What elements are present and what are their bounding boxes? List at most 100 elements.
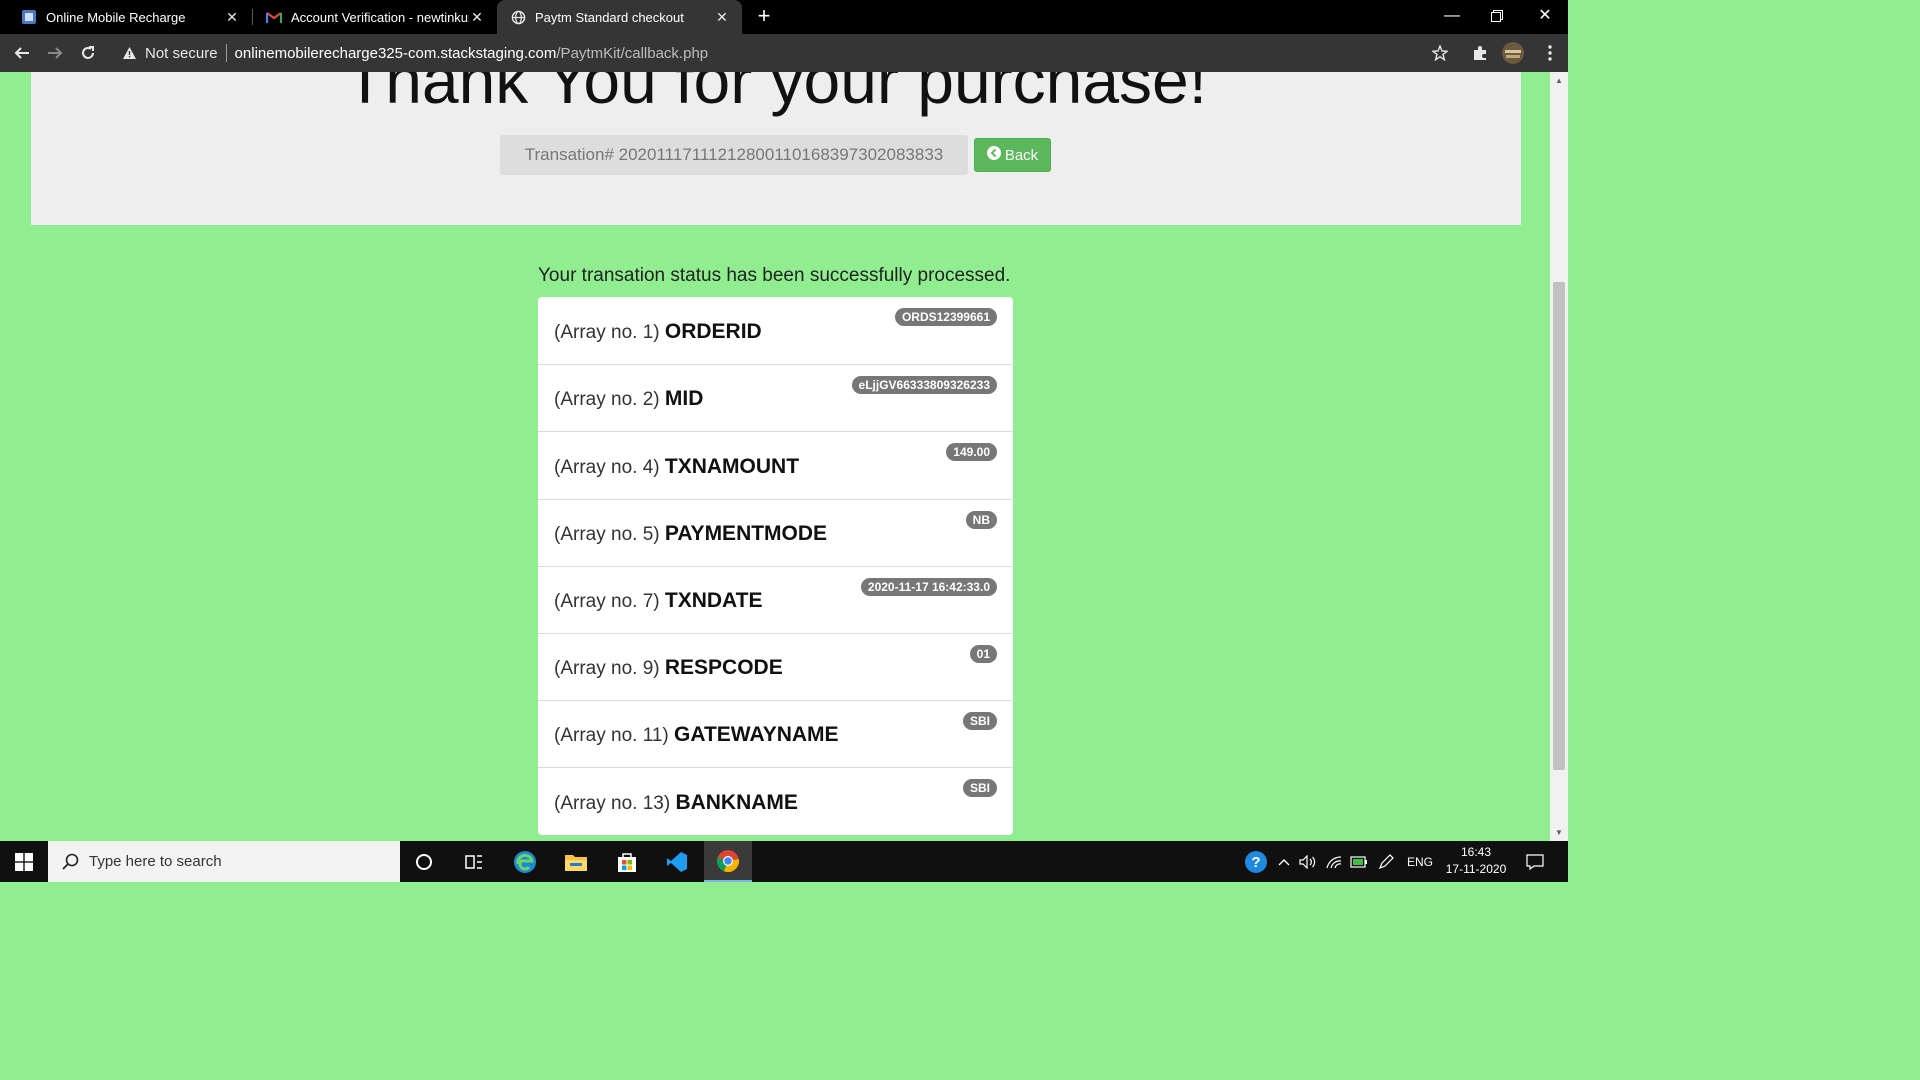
row-prefix: (Array no. 4) [554,456,660,478]
restore-icon[interactable] [1482,4,1512,28]
extensions-puzzle-icon[interactable] [1470,42,1490,64]
list-item: (Array no. 4) TXNAMOUNT 149.00 [538,431,1013,498]
transaction-details-list: (Array no. 1) ORDERID ORDS12399661 (Arra… [538,297,1013,835]
cortana-icon[interactable] [400,841,448,882]
url-host: onlinemobilerecharge325-com.stackstaging… [234,44,557,62]
scroll-down-arrow-icon[interactable]: ▼ [1550,824,1568,841]
new-tab-button[interactable]: + [752,4,776,28]
row-key: MID [664,387,704,411]
value-badge: eLjjGV66333809326233 [851,376,997,395]
warning-icon[interactable] [122,45,138,61]
browser-menu-icon[interactable] [1540,42,1560,64]
row-label: (Array no. 7) TXNDATE [554,589,762,613]
tab-title: Account Verification - newtinkum [291,9,469,25]
clock-time: 16:43 [1460,845,1492,859]
row-label: (Array no. 5) PAYMENTMODE [554,522,827,546]
tab-paytm-standard-checkout[interactable]: Paytm Standard checkout ✕ [497,0,742,34]
gmail-icon [265,8,283,26]
row-prefix: (Array no. 7) [554,590,660,612]
security-status[interactable]: Not secure [145,45,218,62]
transaction-number-field: Transation# 2020111711121280011016839730… [500,135,968,175]
page-viewport: Thank You for your purchase! Transation#… [0,72,1550,841]
status-message: Your transation status has been successf… [538,265,1011,286]
row-key: PAYMENTMODE [664,521,828,545]
pen-workspace-icon[interactable] [1375,841,1397,882]
row-label: (Array no. 1) ORDERID [554,320,762,344]
search-placeholder: Type here to search [89,853,222,870]
page-scrollbar[interactable]: ▲ ▼ [1550,72,1568,841]
value-badge: 01 [969,644,997,663]
row-label: (Array no. 9) RESPCODE [554,656,783,680]
list-item: (Array no. 1) ORDERID ORDS12399661 [538,297,1013,364]
url-path: /PaytmKit/callback.php [556,44,709,62]
jumbotron: Thank You for your purchase! Transation#… [31,72,1521,225]
value-badge: ORDS12399661 [894,308,997,326]
row-prefix: (Array no. 9) [554,658,660,680]
input-language[interactable]: ENG [1402,841,1438,882]
back-button[interactable]: Back [974,138,1051,172]
tab-online-mobile-recharge[interactable]: Online Mobile Recharge ✕ [0,0,252,34]
taskbar-search-box[interactable]: Type here to search [48,841,400,882]
show-hidden-icons-chevron-icon[interactable] [1275,841,1293,882]
tab-title: Paytm Standard checkout [535,9,684,25]
close-tab-icon[interactable]: ✕ [224,9,240,26]
row-key: BANKNAME [675,790,798,814]
url-text[interactable]: onlinemobilerecharge325-com.stackstaging… [235,45,709,62]
list-item: (Array no. 7) TXNDATE 2020-11-17 16:42:3… [538,565,1013,633]
globe-icon [509,8,527,26]
row-prefix: (Array no. 1) [554,322,660,344]
reload-icon[interactable] [77,42,99,64]
chrome-icon[interactable] [704,841,752,882]
microsoft-store-icon[interactable] [603,841,651,882]
close-tab-icon[interactable]: ✕ [714,9,730,26]
row-prefix: (Array no. 11) [554,725,669,747]
close-window-icon[interactable]: ✕ [1530,4,1560,28]
row-label: (Array no. 13) BANKNAME [554,791,798,815]
notifications-icon[interactable] [1522,841,1548,882]
value-badge: NB [965,510,997,529]
edge-browser-icon[interactable] [501,841,549,882]
file-explorer-icon[interactable] [552,841,600,882]
battery-charging-icon[interactable] [1348,841,1370,882]
forward-arrow-icon[interactable] [44,42,66,64]
list-item: (Array no. 11) GATEWAYNAME SBI [538,700,1013,767]
clock-date: 17-11-2020 [1445,862,1507,876]
row-key: RESPCODE [664,656,783,680]
minimize-icon[interactable]: — [1437,4,1467,28]
close-tab-icon[interactable]: ✕ [469,9,485,26]
row-key: TXNAMOUNT [664,454,800,478]
wifi-icon[interactable] [1323,841,1345,882]
scroll-up-arrow-icon[interactable]: ▲ [1550,72,1568,89]
vscode-icon[interactable] [653,841,701,882]
row-prefix: (Array no. 13) [554,792,671,814]
bookmark-star-icon[interactable] [1430,42,1450,64]
list-item: (Array no. 13) BANKNAME SBI [538,767,1013,834]
row-key: ORDERID [664,320,762,344]
task-view-icon[interactable] [450,841,498,882]
address-bar[interactable]: Not secure onlinemobilerecharge325-com.s… [110,38,1460,68]
browser-toolbar: Not secure onlinemobilerecharge325-com.s… [0,34,1568,72]
row-label: (Array no. 4) TXNAMOUNT [554,455,799,479]
divider [225,44,227,62]
windows-start-icon[interactable] [0,841,48,882]
list-item: (Array no. 2) MID eLjjGV66333809326233 [538,364,1013,431]
value-badge: 149.00 [946,443,997,462]
row-key: TXNDATE [664,588,763,612]
system-clock[interactable]: 16:43 17-11-2020 [1438,844,1514,878]
value-badge: SBI [962,712,997,731]
volume-icon[interactable] [1297,841,1319,882]
row-prefix: (Array no. 5) [554,523,660,545]
browser-tab-bar: Online Mobile Recharge ✕ Account Verific… [0,0,1568,34]
list-item: (Array no. 9) RESPCODE 01 [538,632,1013,700]
row-prefix: (Array no. 2) [554,389,660,411]
back-arrow-icon[interactable] [11,42,33,64]
search-icon [62,853,79,870]
scrollbar-thumb[interactable] [1553,282,1565,770]
profile-avatar[interactable] [1500,42,1526,64]
row-label: (Array no. 11) GATEWAYNAME [554,723,839,747]
tab-title: Online Mobile Recharge [46,9,186,25]
value-badge: SBI [962,779,997,798]
back-button-label: Back [1004,146,1039,164]
tab-account-verification[interactable]: Account Verification - newtinkum ✕ [245,0,497,34]
help-icon[interactable]: ? [1242,841,1270,882]
